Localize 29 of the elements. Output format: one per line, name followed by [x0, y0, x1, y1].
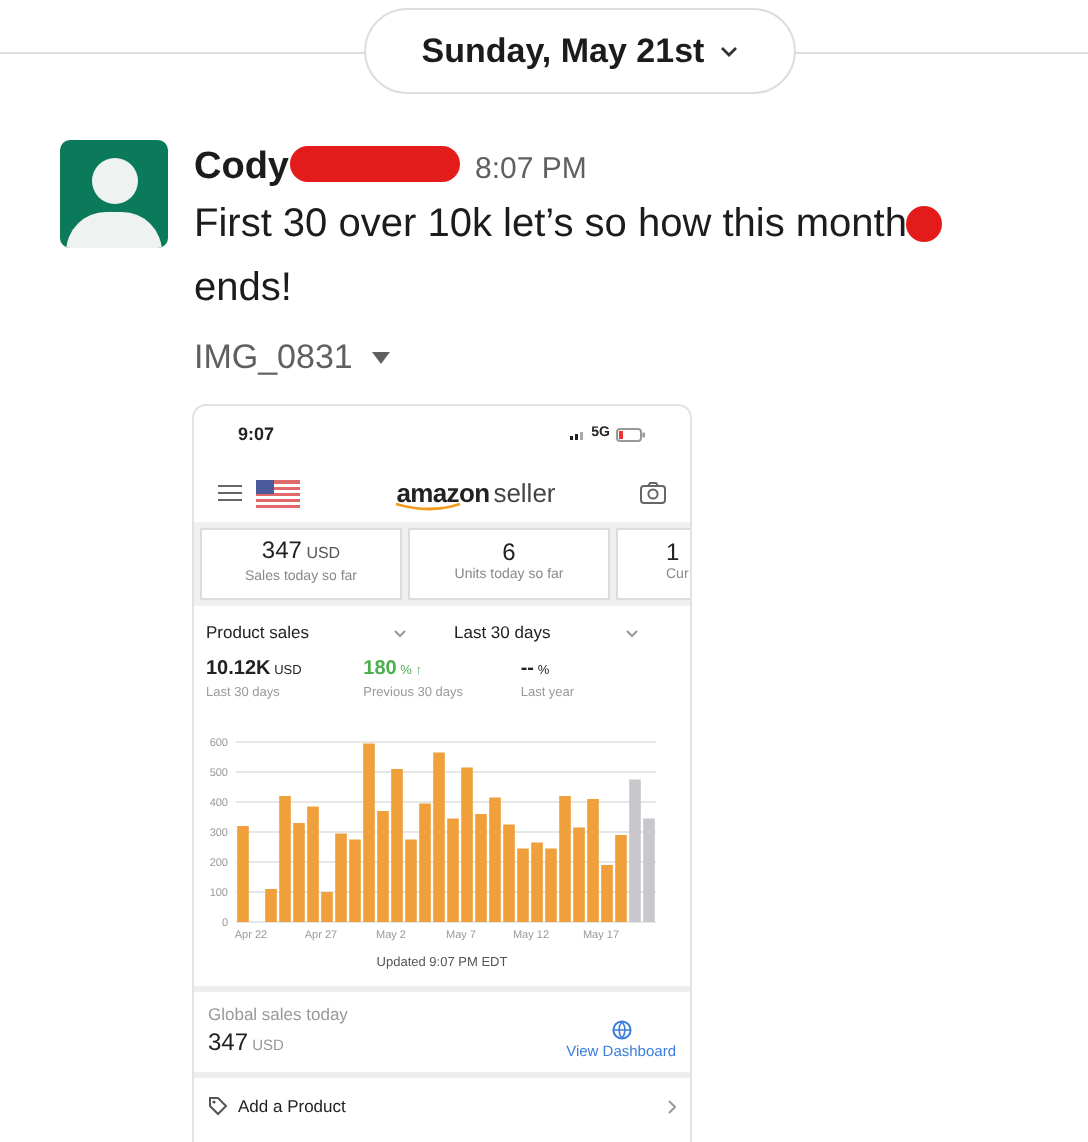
chevron-right-icon: [668, 1099, 676, 1113]
globe-icon: [611, 1019, 632, 1040]
attachment-name[interactable]: IMG_0831: [194, 332, 353, 383]
chevron-down-icon: [394, 629, 406, 637]
metric-dropdown[interactable]: Product sales: [206, 620, 406, 646]
avatar: [60, 140, 168, 248]
bar: [237, 826, 249, 923]
period-dropdown[interactable]: Last 30 days: [406, 620, 678, 646]
camera-icon[interactable]: [640, 482, 666, 504]
message-text: First 30 over 10k let’s so how this month: [194, 200, 907, 250]
add-product-row[interactable]: Add a Product: [194, 1078, 690, 1134]
tag-icon: [208, 1096, 228, 1116]
menu-icon[interactable]: [218, 484, 242, 502]
phone-time: 9:07: [238, 421, 275, 448]
stat-value: 1: [666, 538, 680, 567]
chevron-down-icon: [720, 45, 739, 57]
message-time: 8:07 PM: [475, 150, 587, 190]
amazon-seller-logo: amazonseller: [393, 475, 558, 513]
battery-icon: [616, 428, 646, 442]
date-divider-button[interactable]: Sunday, May 21st: [364, 8, 796, 94]
flag-icon[interactable]: [256, 479, 300, 507]
stat-value: 347 USD: [261, 536, 341, 569]
signal-icon: [569, 430, 586, 440]
author-name[interactable]: Cody: [194, 146, 289, 188]
message-text: ends!: [194, 266, 292, 310]
chevron-down-icon: [626, 629, 638, 637]
caret-down-icon[interactable]: [372, 351, 391, 364]
stat-value: 6: [502, 538, 516, 567]
global-sales-label: Global sales today: [208, 1002, 348, 1028]
